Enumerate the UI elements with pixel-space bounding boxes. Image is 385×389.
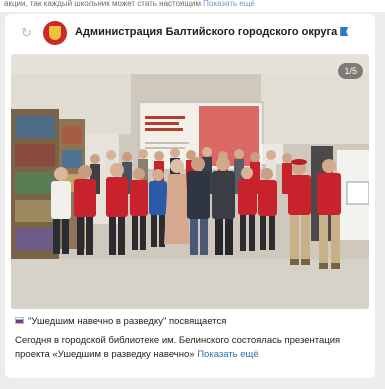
org-name-text[interactable]: Администрация Балтийского городского окр… <box>75 26 337 38</box>
ceiling <box>11 54 369 74</box>
group-photo-illustration <box>11 54 369 309</box>
show-more-link[interactable]: Показать ещё <box>197 349 258 360</box>
post-body: Сегодня в городской библиотеке им. Белин… <box>15 334 367 362</box>
previous-post-show-more[interactable]: Показать ещё <box>203 0 255 8</box>
refresh-icon[interactable]: ↻ <box>21 26 35 40</box>
photo-counter: 1/5 <box>338 63 363 79</box>
post-photo[interactable]: 1/5 <box>11 54 369 309</box>
floor <box>11 259 369 309</box>
post-card: ↻ Администрация Балтийского городского о… <box>5 14 375 378</box>
post-header: ↻ Администрация Балтийского городского о… <box>5 14 375 52</box>
flag-icon <box>340 27 349 36</box>
post-body-text: Сегодня в городской библиотеке им. Белин… <box>15 335 341 360</box>
avatar[interactable] <box>43 21 67 45</box>
post-title-text: "Ушедшим навечно в разведку" посвящается <box>28 316 227 327</box>
post-title: "Ушедшим навечно в разведку" посвящается <box>15 316 226 327</box>
previous-post-text: акции, <box>4 0 30 8</box>
org-name[interactable]: Администрация Балтийского городского окр… <box>75 26 349 38</box>
russia-flag-icon <box>15 317 24 324</box>
previous-post-tail: так каждый школьник может стать настоящи… <box>29 0 201 8</box>
previous-post-snippet: акции, так каждый школьник может стать н… <box>0 0 385 12</box>
